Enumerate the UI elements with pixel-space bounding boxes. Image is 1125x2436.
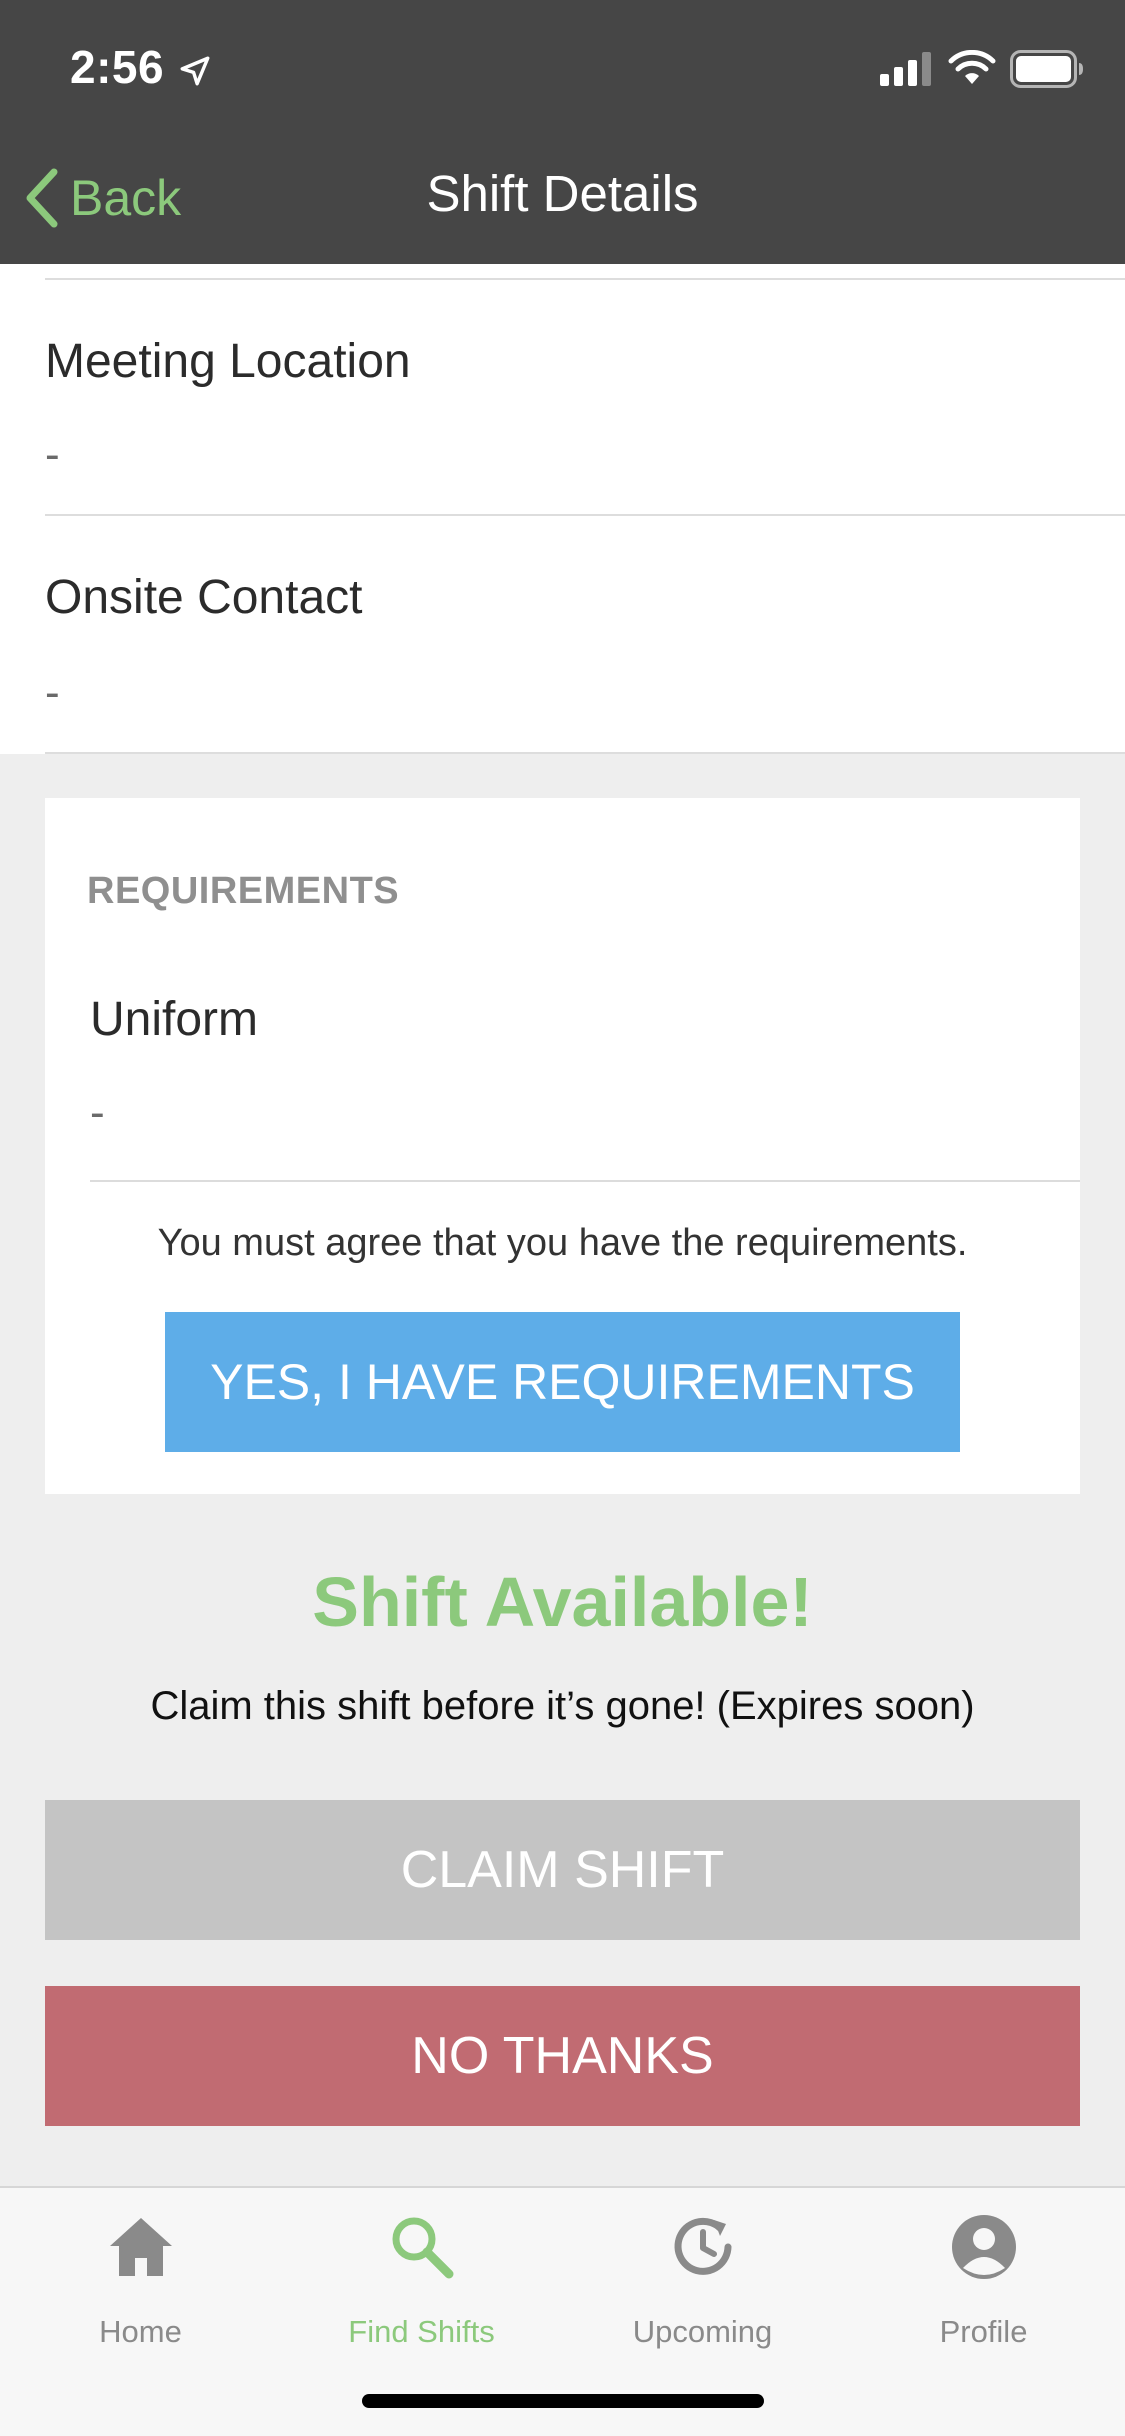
cellular-signal-icon (880, 52, 931, 86)
tab-label: Home (99, 2314, 182, 2349)
requirements-card: REQUIREMENTS Uniform - You must agree th… (45, 798, 1080, 1494)
status-time: 2:56 (70, 41, 165, 93)
onsite-contact-label: Onsite Contact (45, 571, 363, 624)
home-indicator (362, 2394, 764, 2408)
battery-icon (1010, 50, 1083, 88)
tab-label: Find Shifts (348, 2314, 495, 2349)
clock-history-icon (674, 2217, 732, 2275)
tab-label: Upcoming (632, 2314, 773, 2349)
shift-available-title: Shift Available! (312, 1563, 813, 1641)
tab-upcoming[interactable]: Upcoming (562, 2188, 843, 2368)
tab-profile[interactable]: Profile (843, 2188, 1124, 2368)
divider (45, 514, 1125, 516)
shift-available-subtitle: Claim this shift before it’s gone! (Expi… (150, 1684, 975, 1728)
divider (45, 278, 1125, 280)
shift-details-list: Meeting Location - Onsite Contact - (0, 264, 1125, 754)
profile-icon (952, 2215, 1016, 2279)
claim-shift-button[interactable]: CLAIM SHIFT (45, 1800, 1080, 1940)
tab-label: Profile (939, 2314, 1028, 2349)
search-icon (392, 2217, 454, 2279)
meeting-location-label: Meeting Location (45, 335, 411, 388)
page-title: Shift Details (426, 165, 699, 222)
tab-home[interactable]: Home (0, 2188, 281, 2368)
home-icon (110, 2218, 172, 2276)
confirm-requirements-button[interactable]: YES, I HAVE REQUIREMENTS (165, 1312, 960, 1452)
divider (45, 752, 1125, 754)
uniform-value: - (90, 1088, 105, 1137)
header-bar: 2:56 Back Shift Details (0, 0, 1125, 264)
requirements-note: You must agree that you have the require… (157, 1222, 968, 1264)
onsite-contact-value: - (45, 668, 60, 717)
wifi-icon (948, 50, 996, 84)
divider (90, 1180, 1080, 1182)
requirements-heading: REQUIREMENTS (87, 870, 400, 912)
tab-find-shifts[interactable]: Find Shifts (281, 2188, 562, 2368)
meeting-location-value: - (45, 430, 60, 479)
location-arrow-icon (180, 56, 210, 86)
no-thanks-button[interactable]: NO THANKS (45, 1986, 1080, 2126)
uniform-label: Uniform (90, 993, 259, 1046)
